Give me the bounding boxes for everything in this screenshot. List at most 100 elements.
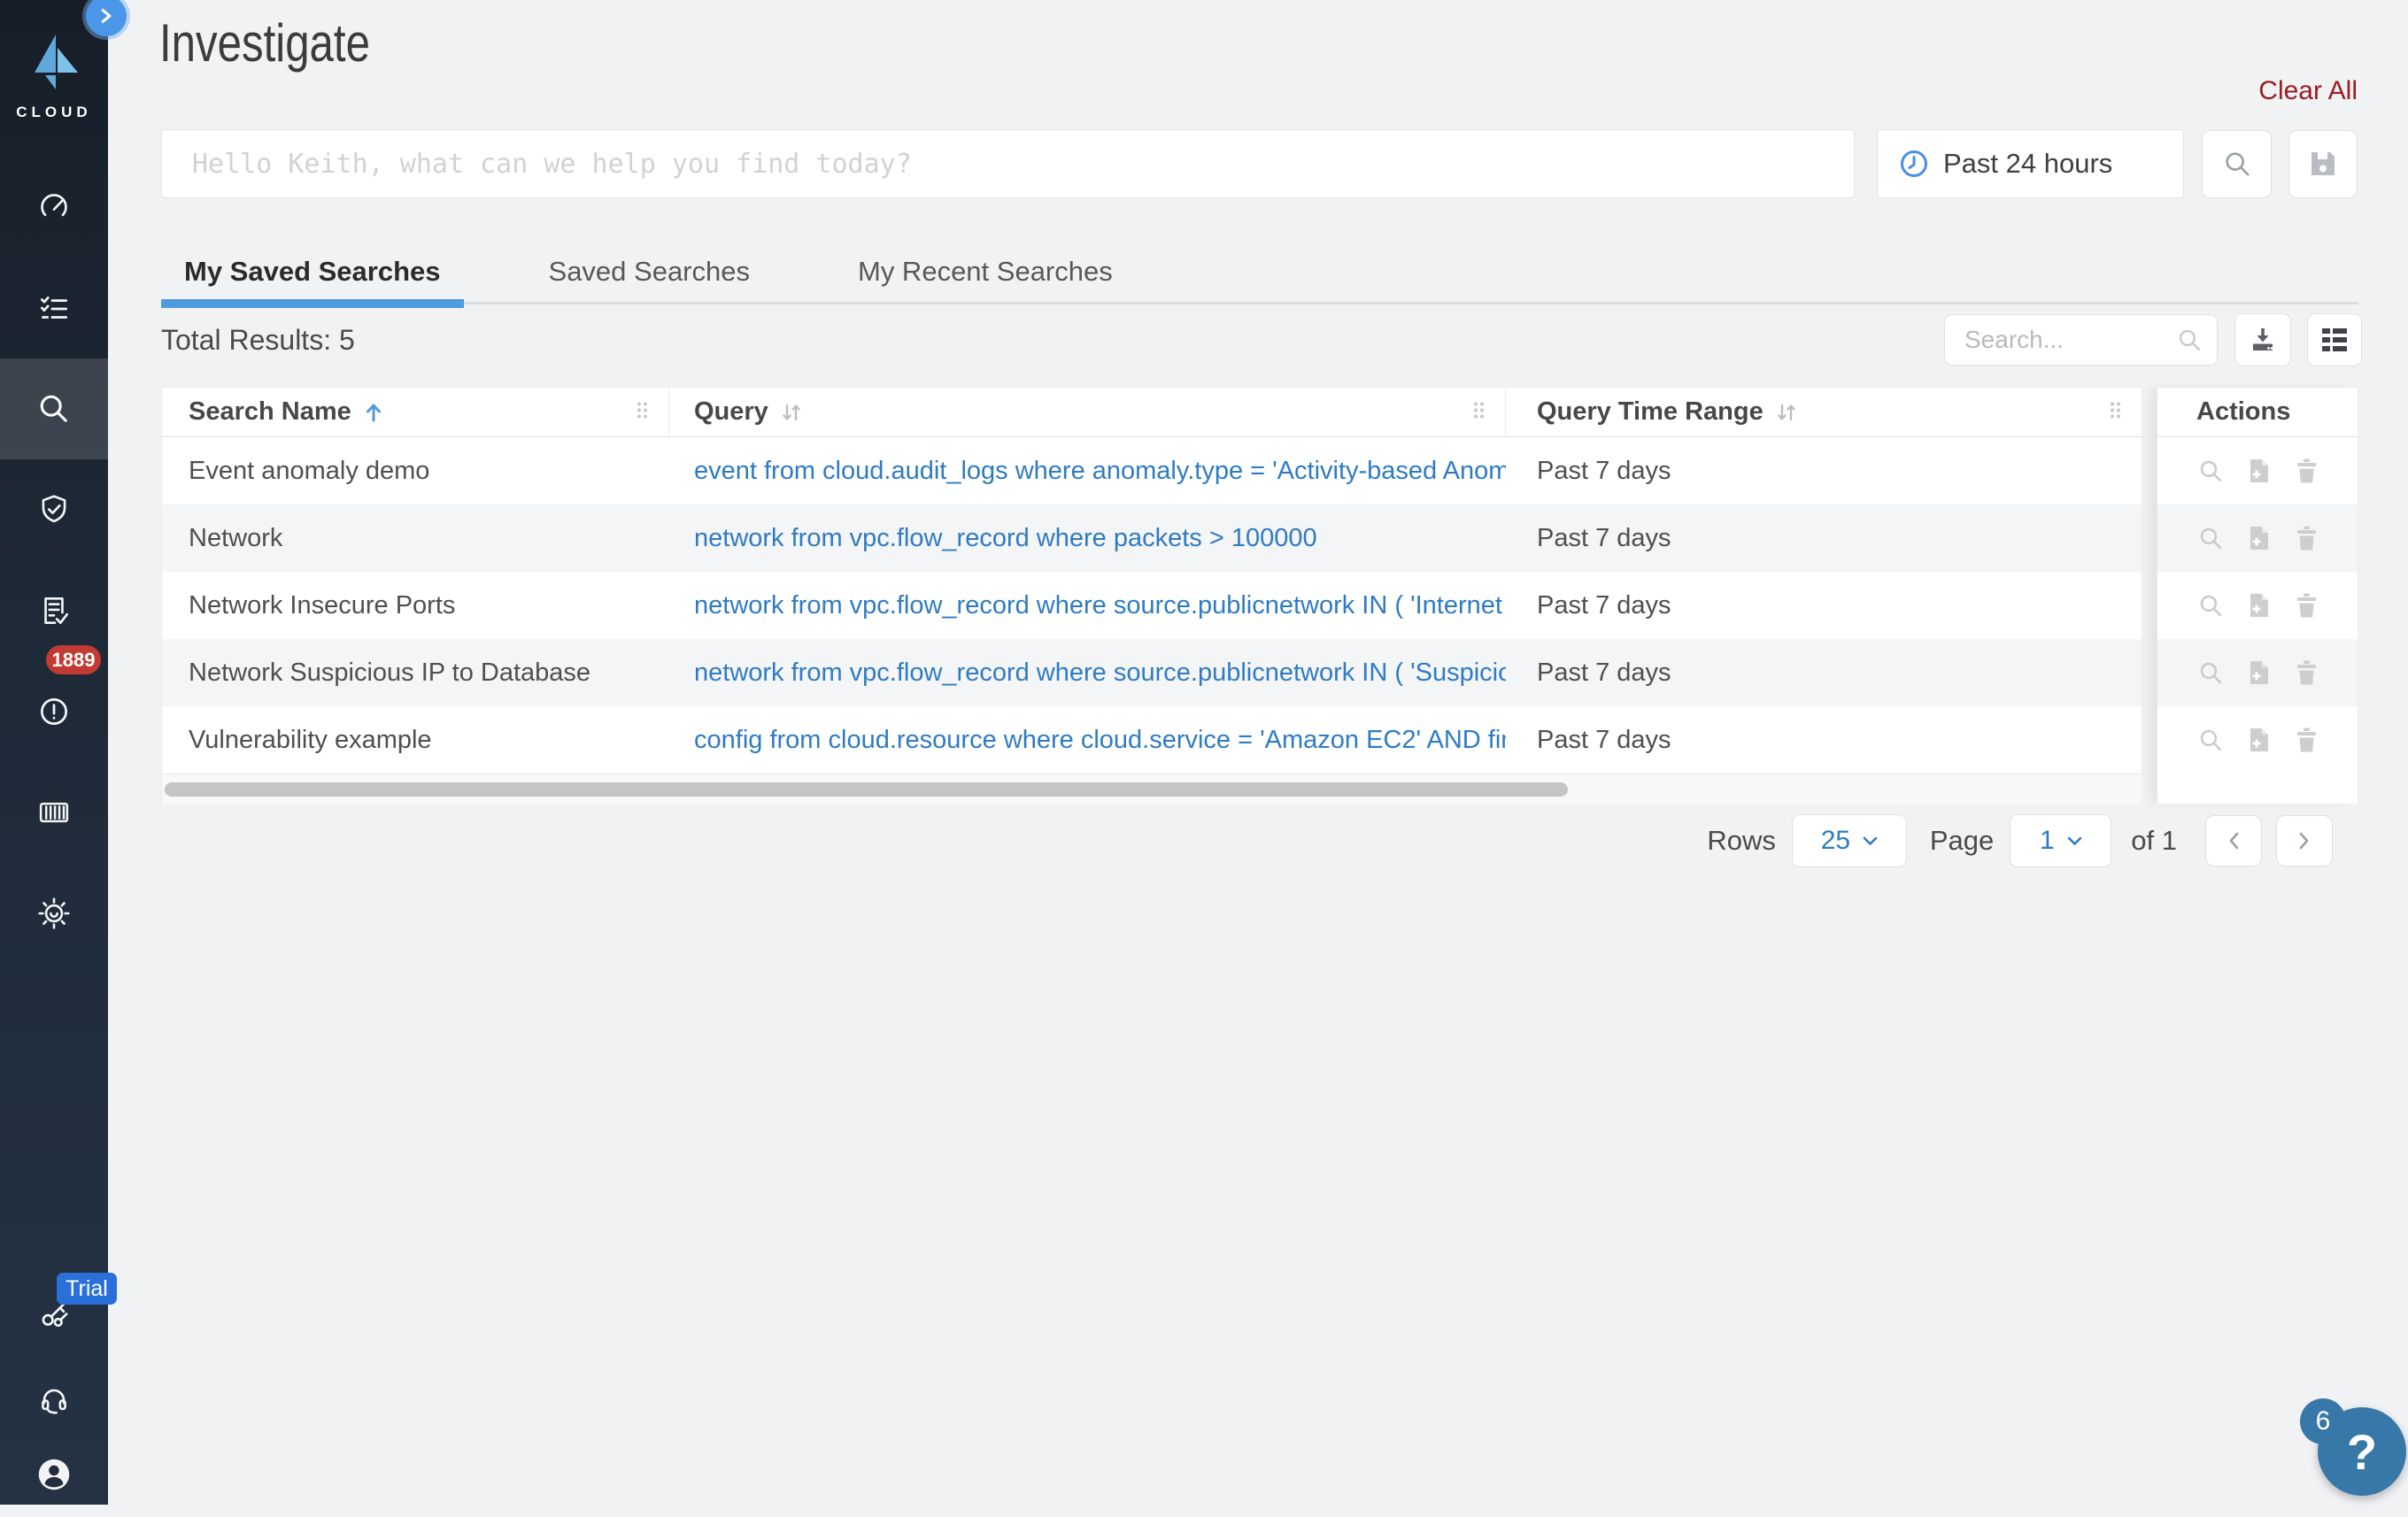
duplicate-search-action-icon[interactable]: [2247, 727, 2272, 753]
time-range-selector[interactable]: Past 24 hours: [1877, 129, 2184, 198]
column-drag-handle[interactable]: [2109, 397, 2122, 427]
time-range-cell: Past 7 days: [1537, 590, 1671, 620]
sort-asc-icon[interactable]: [364, 402, 383, 423]
query-link[interactable]: network from vpc.flow_record where sourc…: [694, 591, 1506, 620]
sidebar-item-alerts[interactable]: 1889: [0, 645, 108, 762]
query-search-input[interactable]: [161, 129, 1855, 198]
time-range-cell: Past 7 days: [1537, 456, 1671, 485]
run-search-action-icon[interactable]: [2197, 525, 2224, 551]
checklist-icon: [40, 296, 68, 319]
sidebar-item-containers[interactable]: [0, 762, 108, 863]
query-link[interactable]: network from vpc.flow_record where packe…: [694, 524, 1317, 553]
query-link[interactable]: network from vpc.flow_record where sourc…: [694, 658, 1506, 688]
duplicate-search-action-icon[interactable]: [2247, 525, 2272, 551]
results-toolbar: Total Results: 5: [161, 312, 2362, 368]
chevron-right-icon: [101, 9, 112, 23]
duplicate-search-action-icon[interactable]: [2247, 592, 2272, 619]
column-drag-handle[interactable]: [1472, 397, 1486, 427]
chevron-left-icon: [2229, 832, 2239, 850]
query-cell: network from vpc.flow_record where sourc…: [669, 572, 1506, 639]
query-cell: network from vpc.flow_record where packe…: [669, 504, 1506, 572]
toolbar-actions: [1944, 313, 2362, 366]
sidebar: CLOUD 1889 Trial: [0, 0, 117, 1505]
column-settings-button[interactable]: [2307, 313, 2362, 366]
run-search-action-icon[interactable]: [2197, 659, 2224, 686]
column-header-query[interactable]: Query: [669, 388, 1506, 436]
columns-list-icon: [2322, 328, 2347, 351]
run-search-action-icon[interactable]: [2197, 727, 2224, 753]
main-content: Investigate Clear All Past 24 hours My S…: [108, 0, 2408, 1505]
app-logo: CLOUD: [0, 34, 108, 121]
download-icon: [2253, 328, 2273, 350]
run-search-button[interactable]: [2202, 129, 2272, 198]
table-row: Network Suspicious IP to Database networ…: [162, 639, 2142, 706]
question-mark-icon: ?: [2346, 1423, 2378, 1480]
horizontal-scrollbar-thumb[interactable]: [165, 782, 1568, 797]
page-total-label: of 1: [2131, 825, 2177, 856]
settings-gear-icon: [38, 897, 70, 929]
query-link[interactable]: config from cloud.resource where cloud.s…: [694, 726, 1506, 755]
container-icon: [39, 802, 69, 823]
sidebar-item-compliance[interactable]: [0, 459, 108, 560]
page-select[interactable]: 1: [2010, 814, 2112, 867]
report-check-icon: [44, 597, 69, 624]
actions-row: [2157, 706, 2358, 774]
delete-search-action-icon[interactable]: [2295, 525, 2319, 551]
chevron-down-icon: [2067, 836, 2081, 845]
tab-my-saved-searches[interactable]: My Saved Searches: [161, 241, 464, 308]
actions-row: [2157, 639, 2358, 706]
duplicate-search-action-icon[interactable]: [2247, 659, 2272, 686]
alert-icon: [40, 697, 68, 726]
table-main-section: Search Name Query Query Time Range Event…: [161, 387, 2142, 804]
download-results-button[interactable]: [2234, 313, 2291, 366]
delete-search-action-icon[interactable]: [2295, 458, 2319, 484]
delete-search-action-icon[interactable]: [2295, 727, 2319, 753]
search-name-cell: Network Suspicious IP to Database: [189, 658, 591, 687]
column-header-search-name[interactable]: Search Name: [162, 388, 669, 436]
help-notification-badge: 6: [2300, 1398, 2346, 1444]
search-icon: [40, 395, 67, 422]
column-drag-handle[interactable]: [636, 397, 649, 427]
save-search-button[interactable]: [2288, 129, 2358, 198]
tab-my-recent-searches[interactable]: My Recent Searches: [835, 241, 1136, 302]
sidebar-item-checklist[interactable]: [0, 258, 108, 358]
sort-both-icon[interactable]: [781, 402, 802, 423]
query-link[interactable]: event from cloud.audit_logs where anomal…: [694, 457, 1506, 486]
help-button[interactable]: 6 ?: [2300, 1398, 2406, 1496]
cloud-logo-icon: [35, 35, 78, 89]
page-title: Investigate: [159, 13, 370, 73]
duplicate-search-action-icon[interactable]: [2247, 458, 2272, 484]
table-row: Network Insecure Ports network from vpc.…: [162, 572, 2142, 639]
rows-per-page-select[interactable]: 25: [1791, 814, 1907, 867]
tab-saved-searches[interactable]: Saved Searches: [526, 241, 773, 302]
query-builder-row: Past 24 hours: [161, 129, 2358, 198]
next-page-button[interactable]: [2276, 815, 2333, 866]
table-row: Vulnerability example config from cloud.…: [162, 706, 2142, 774]
sidebar-item-settings[interactable]: [0, 863, 108, 964]
run-search-action-icon[interactable]: [2197, 458, 2224, 484]
user-avatar-icon: [38, 1459, 70, 1490]
total-results-label: Total Results: 5: [161, 323, 355, 356]
table-header: Search Name Query Query Time Range: [162, 388, 2142, 437]
sidebar-item-dashboard[interactable]: [0, 157, 108, 258]
horizontal-scrollbar-track: [162, 774, 2142, 804]
chevron-down-icon: [1863, 836, 1878, 845]
run-search-action-icon[interactable]: [2197, 592, 2224, 619]
pagination: Rows 25 Page 1 of 1: [1707, 812, 2333, 869]
clear-all-link[interactable]: Clear All: [2258, 76, 2358, 106]
sidebar-item-investigate-search[interactable]: [0, 358, 108, 459]
column-header-query-time-range[interactable]: Query Time Range: [1506, 388, 2142, 436]
table-actions-section: Actions: [2157, 387, 2358, 804]
table-search-input[interactable]: [1964, 326, 2176, 354]
delete-search-action-icon[interactable]: [2295, 659, 2319, 686]
time-range-cell: Past 7 days: [1537, 658, 1671, 687]
sidebar-item-support[interactable]: [0, 1358, 108, 1443]
query-cell: network from vpc.flow_record where sourc…: [669, 639, 1506, 706]
delete-search-action-icon[interactable]: [2295, 592, 2319, 619]
time-range-value: Past 24 hours: [1943, 148, 2113, 179]
actions-body: [2157, 437, 2358, 774]
previous-page-button[interactable]: [2205, 815, 2262, 866]
sort-both-icon[interactable]: [1776, 402, 1797, 423]
actions-row: [2157, 572, 2358, 639]
search-icon: [2179, 329, 2200, 350]
